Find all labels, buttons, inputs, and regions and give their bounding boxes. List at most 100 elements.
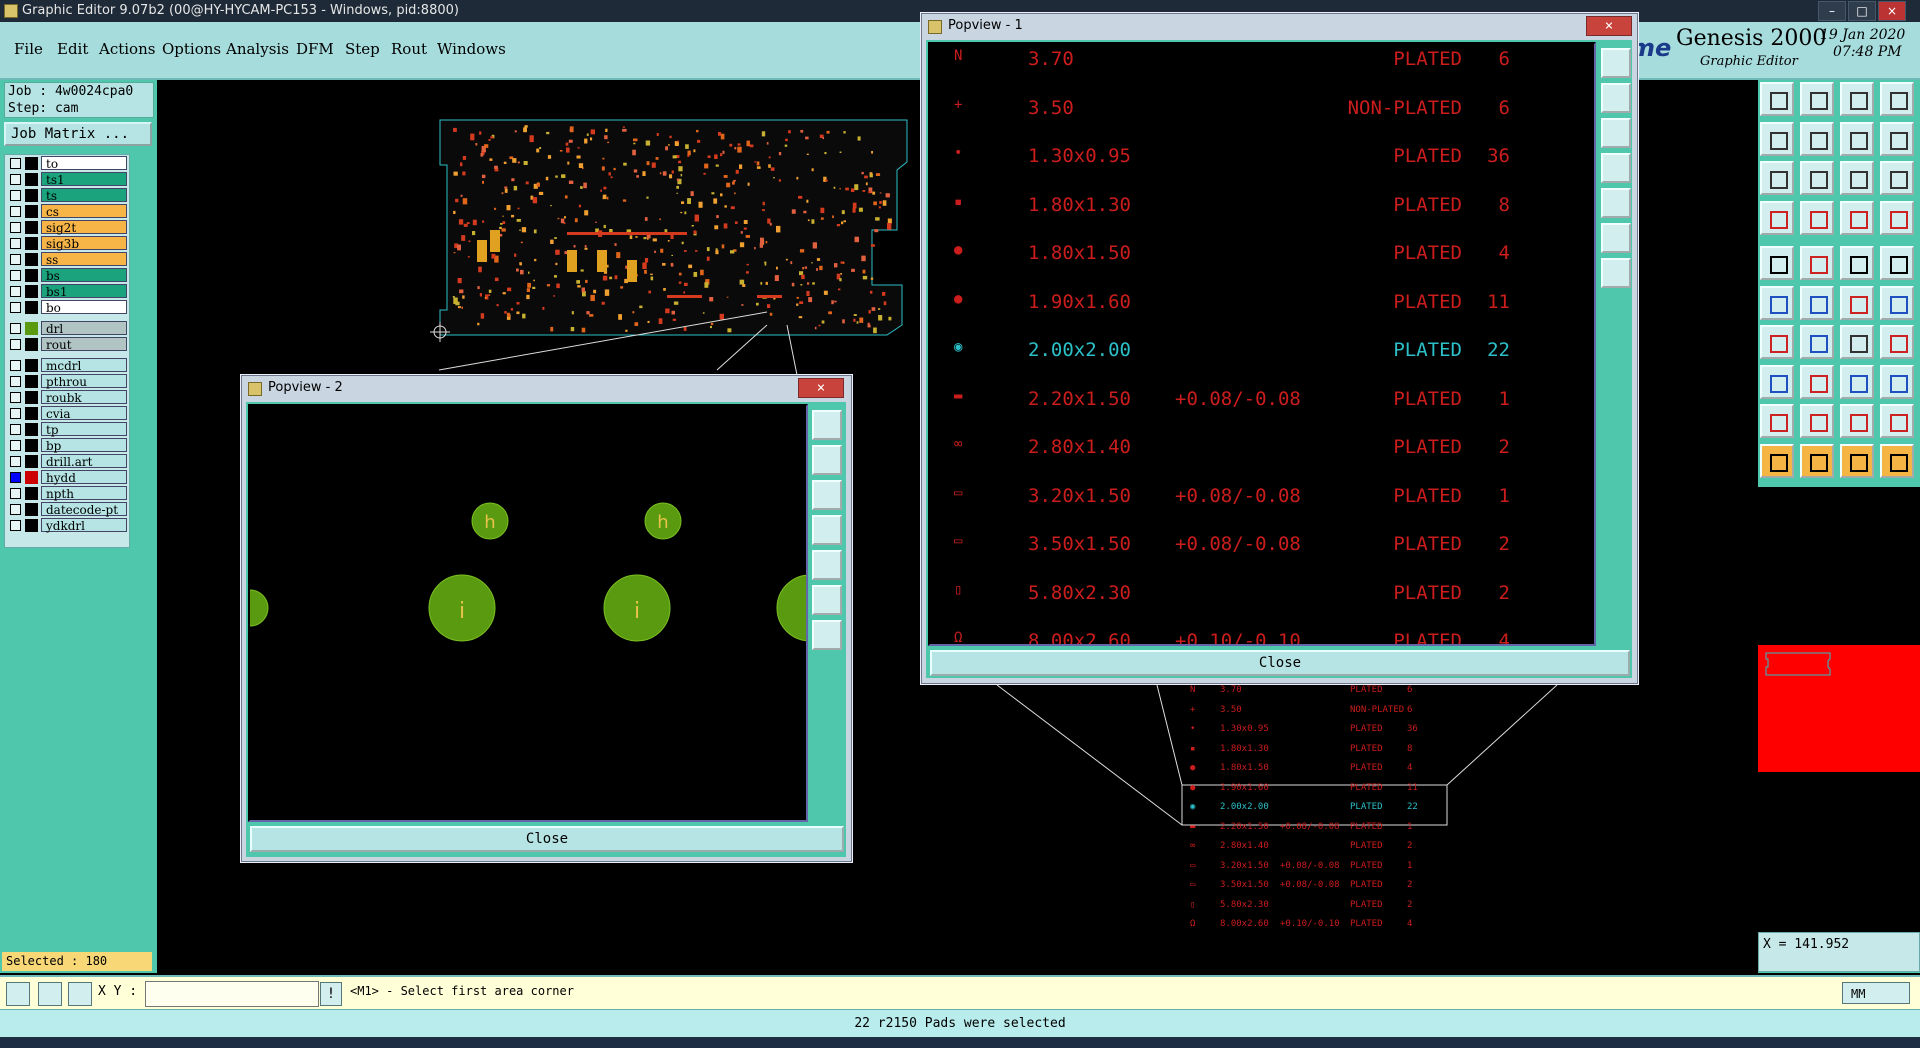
layer-row[interactable]: cvia bbox=[5, 406, 129, 421]
cross-icon[interactable] bbox=[1800, 285, 1834, 320]
layer-row[interactable]: sig3b bbox=[5, 236, 129, 251]
layer-row[interactable]: bo bbox=[5, 300, 129, 315]
net-icon[interactable] bbox=[1840, 200, 1874, 235]
help-icon[interactable] bbox=[1880, 161, 1914, 195]
pointer-icon[interactable] bbox=[1760, 443, 1794, 478]
split-icon[interactable] bbox=[1880, 325, 1914, 359]
pan-left-button[interactable] bbox=[1601, 153, 1631, 183]
pan-left-button[interactable] bbox=[812, 515, 842, 545]
maximize-button[interactable]: □ bbox=[1848, 1, 1876, 21]
close-window-button[interactable]: × bbox=[1878, 1, 1906, 21]
units-select[interactable]: MM bbox=[1842, 982, 1910, 1004]
snap-grid-icon[interactable] bbox=[6, 982, 30, 1006]
layer-row[interactable]: rout bbox=[5, 337, 129, 352]
layer-row[interactable]: bs bbox=[5, 268, 129, 283]
snap-icon[interactable] bbox=[1760, 200, 1794, 235]
layer-checkbox[interactable] bbox=[10, 158, 21, 169]
camera-icon[interactable] bbox=[1760, 246, 1794, 280]
layer-checkbox[interactable] bbox=[10, 222, 21, 233]
connect-icon[interactable] bbox=[1760, 285, 1794, 320]
layer-checkbox[interactable] bbox=[10, 174, 21, 185]
move-icon[interactable] bbox=[1760, 364, 1794, 399]
snap-edge-icon[interactable] bbox=[38, 982, 62, 1006]
popview-1-close-x[interactable]: × bbox=[1586, 16, 1632, 36]
undo-icon[interactable] bbox=[1840, 121, 1874, 156]
layer-row[interactable]: cs bbox=[5, 204, 129, 219]
layer-checkbox[interactable] bbox=[10, 392, 21, 403]
layer-row[interactable]: ts1 bbox=[5, 172, 129, 187]
layer-checkbox[interactable] bbox=[10, 376, 21, 387]
layer-row[interactable]: drill.art bbox=[5, 454, 129, 469]
surface-icon[interactable] bbox=[1840, 404, 1874, 438]
popview-2-canvas[interactable]: h h i i bbox=[231, 404, 844, 822]
center-icon[interactable] bbox=[1800, 161, 1834, 195]
layer-checkbox[interactable] bbox=[10, 238, 21, 249]
select-icon[interactable] bbox=[1800, 246, 1834, 280]
triangle-icon[interactable] bbox=[1760, 404, 1794, 438]
contour-icon[interactable] bbox=[1880, 404, 1914, 438]
layer-row[interactable]: tp bbox=[5, 422, 129, 437]
pan-right-button[interactable] bbox=[812, 550, 842, 580]
menu-rout[interactable]: Rout bbox=[391, 40, 427, 58]
layer-row[interactable]: to bbox=[5, 156, 129, 171]
pan-right-button[interactable] bbox=[1601, 188, 1631, 218]
menu-windows[interactable]: Windows bbox=[437, 40, 506, 58]
redo-icon[interactable] bbox=[1880, 121, 1914, 156]
minimize-button[interactable]: – bbox=[1818, 1, 1846, 21]
layer-checkbox[interactable] bbox=[10, 488, 21, 499]
layer-row[interactable]: npth bbox=[5, 486, 129, 501]
layer-row[interactable]: pthrou bbox=[5, 374, 129, 389]
layer-checkbox[interactable] bbox=[10, 270, 21, 281]
pad-icon[interactable] bbox=[1880, 246, 1914, 280]
layer-checkbox[interactable] bbox=[10, 440, 21, 451]
pointer-alt-icon[interactable] bbox=[1800, 443, 1834, 478]
layer-row[interactable]: ydkdrl bbox=[5, 518, 129, 533]
menu-dfm[interactable]: DFM bbox=[296, 40, 334, 58]
popview-2-close-button[interactable]: Close bbox=[250, 826, 844, 852]
step-in-icon[interactable] bbox=[1760, 121, 1794, 156]
zoom-home-button[interactable] bbox=[1601, 223, 1631, 253]
zoom-out-button[interactable] bbox=[1601, 118, 1631, 148]
job-matrix-button[interactable]: Job Matrix ... bbox=[4, 122, 152, 146]
node-icon[interactable] bbox=[1840, 285, 1874, 320]
fit-icon[interactable] bbox=[1760, 161, 1794, 195]
popview-2-close-x[interactable]: × bbox=[798, 378, 844, 398]
layer-checkbox[interactable] bbox=[10, 302, 21, 313]
layer-checkbox[interactable] bbox=[10, 520, 21, 531]
center-button[interactable] bbox=[1601, 258, 1631, 288]
layer-checkbox[interactable] bbox=[10, 456, 21, 467]
zoom-home-button[interactable] bbox=[812, 585, 842, 615]
pointer-select-icon[interactable] bbox=[1840, 443, 1874, 478]
menu-actions[interactable]: Actions bbox=[99, 40, 155, 58]
home-icon[interactable] bbox=[1840, 82, 1874, 116]
layer-checkbox[interactable] bbox=[10, 360, 21, 371]
path-icon[interactable] bbox=[1880, 443, 1914, 478]
menu-step[interactable]: Step bbox=[345, 40, 380, 58]
layer-checkbox[interactable] bbox=[10, 504, 21, 515]
menu-edit[interactable]: Edit bbox=[57, 40, 88, 58]
layer-row[interactable]: drl bbox=[5, 321, 129, 336]
menu-analysis[interactable]: Analysis bbox=[226, 40, 289, 58]
layer-row[interactable]: ts bbox=[5, 188, 129, 203]
xy-input[interactable] bbox=[145, 981, 319, 1007]
zoom-fit-button[interactable] bbox=[1601, 48, 1631, 78]
layer-row[interactable]: sig2t bbox=[5, 220, 129, 235]
layer-checkbox[interactable] bbox=[10, 323, 21, 334]
step-out-icon[interactable] bbox=[1800, 121, 1834, 156]
layer-checkbox[interactable] bbox=[10, 254, 21, 265]
info-icon[interactable]: ! bbox=[320, 982, 342, 1006]
layer-checkbox[interactable] bbox=[10, 206, 21, 217]
layer-row[interactable]: ss bbox=[5, 252, 129, 267]
save-icon[interactable] bbox=[1800, 82, 1834, 116]
drill-icon[interactable] bbox=[1800, 200, 1834, 235]
layer-row[interactable]: datecode-pt bbox=[5, 502, 129, 517]
line-icon[interactable] bbox=[1760, 325, 1794, 359]
zoom-in-button[interactable] bbox=[812, 445, 842, 475]
layer-checkbox[interactable] bbox=[10, 190, 21, 201]
open-icon[interactable] bbox=[1760, 82, 1794, 116]
layers-icon[interactable] bbox=[1880, 200, 1914, 235]
layer-checkbox[interactable] bbox=[10, 424, 21, 435]
layer-checkbox[interactable] bbox=[10, 472, 21, 483]
zoom-out-button[interactable] bbox=[812, 480, 842, 510]
zoom-fit-button[interactable] bbox=[812, 410, 842, 440]
